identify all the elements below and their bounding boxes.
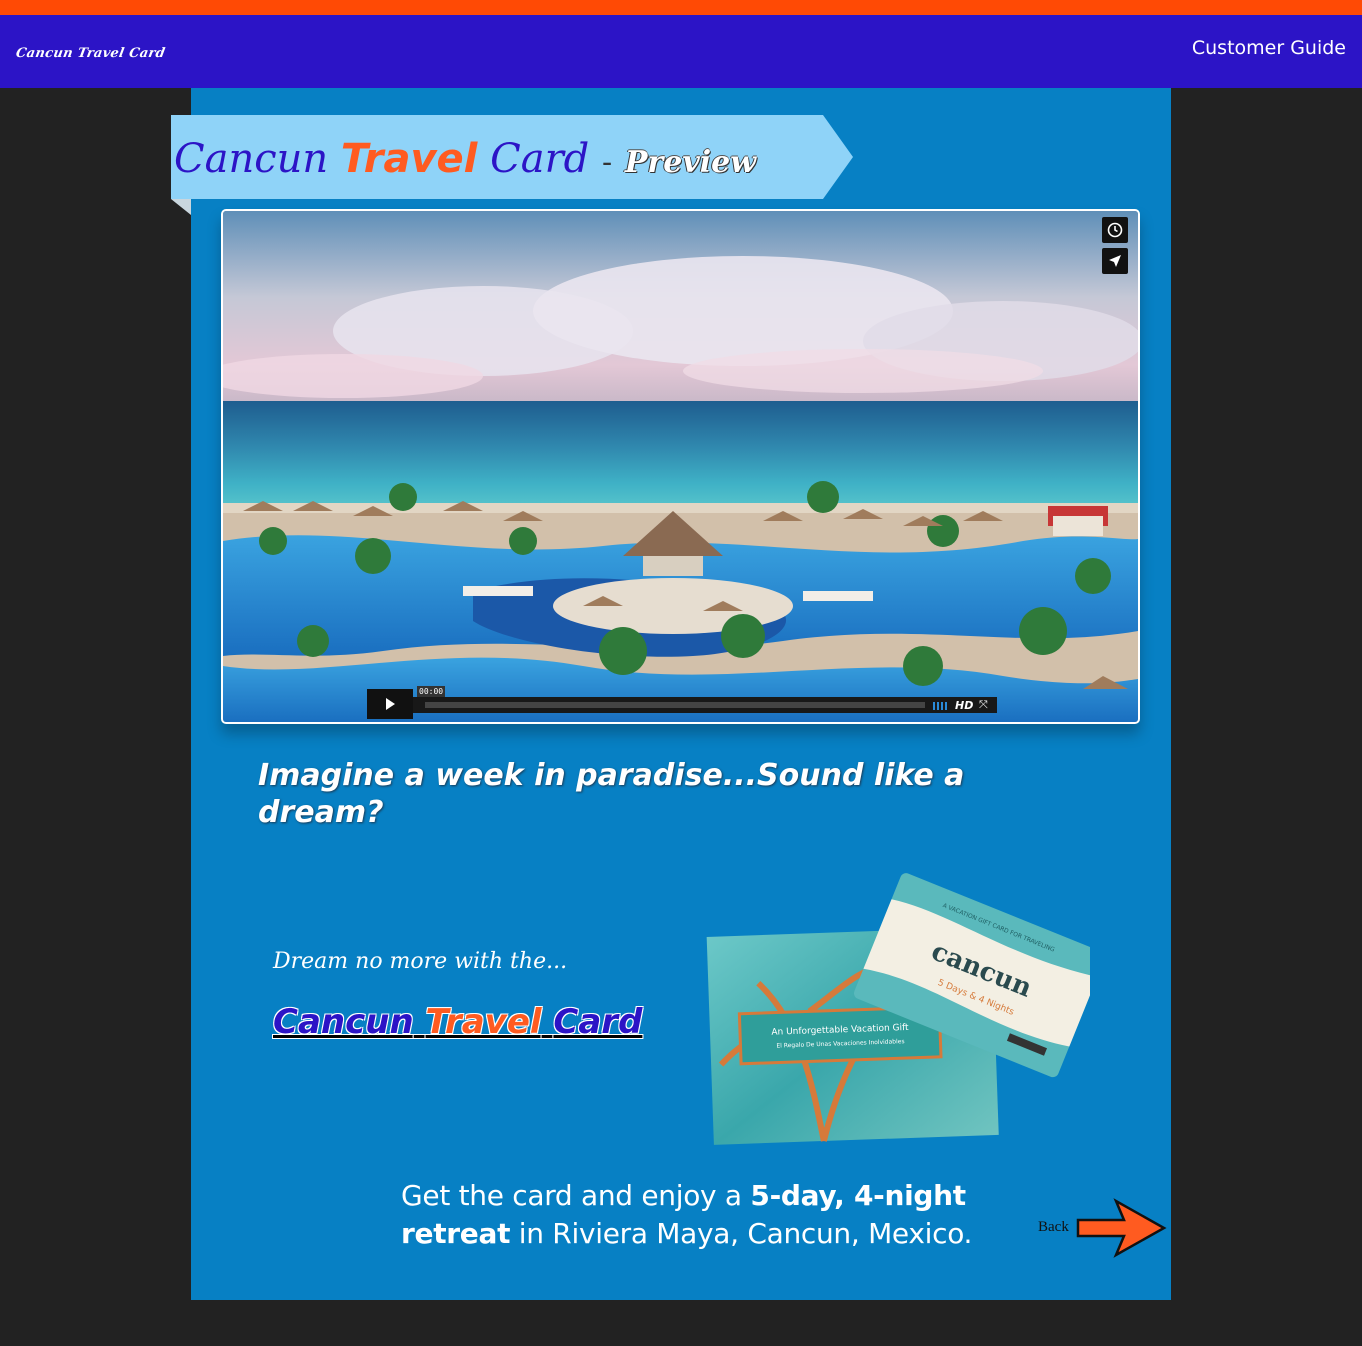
send-icon: [1109, 255, 1121, 267]
ribbon-fold: [171, 199, 191, 215]
back-link[interactable]: Back: [1038, 1198, 1168, 1258]
seek-bar[interactable]: HD ⤧: [413, 697, 997, 713]
title-preview: Preview: [624, 145, 757, 180]
page-title: Cancun Travel Card - Preview: [174, 136, 756, 182]
share-button[interactable]: [1102, 248, 1128, 274]
volume-icon[interactable]: [933, 702, 949, 710]
progress-track[interactable]: [425, 702, 925, 708]
retreat-post-text: in Riviera Maya, Cancun, Mexico.: [518, 1217, 973, 1250]
fullscreen-icon[interactable]: ⤧: [979, 698, 988, 712]
retreat-description: Get the card and enjoy a 5-day, 4-night …: [401, 1177, 1001, 1253]
timecode: 00:00: [417, 686, 446, 697]
top-accent-stripe: [0, 0, 1362, 15]
play-button[interactable]: [367, 689, 413, 719]
video-player[interactable]: HD ⤧ 00:00: [221, 209, 1140, 724]
title-word-travel: Travel: [340, 136, 478, 182]
watch-later-button[interactable]: [1102, 217, 1128, 243]
video-frame-resort-scene[interactable]: [223, 211, 1138, 722]
top-navbar: [0, 15, 1362, 88]
title-word-cancun: Cancun: [174, 136, 329, 182]
brand-logo-link[interactable]: Cancun Travel Card: [15, 46, 167, 61]
title-separator: -: [602, 145, 613, 180]
title-word-card: Card: [490, 136, 590, 182]
brand-link-word-card[interactable]: Card: [553, 1002, 642, 1042]
hd-toggle[interactable]: HD: [955, 699, 973, 712]
cancun-travel-card-link[interactable]: Cancun Travel Card: [273, 1002, 642, 1042]
customer-guide-link[interactable]: Customer Guide: [1192, 37, 1346, 59]
clock-icon: [1107, 222, 1123, 238]
gift-card-image: An Unforgettable Vacation Gift El Regalo…: [706, 873, 1090, 1145]
play-icon: [386, 698, 395, 710]
back-label[interactable]: Back: [1038, 1219, 1069, 1236]
brand-link-word-cancun[interactable]: Cancun: [273, 1002, 414, 1042]
brand-link-word-travel[interactable]: Travel: [426, 1002, 542, 1042]
headline: Imagine a week in paradise...Sound like …: [258, 758, 965, 830]
right-arrow-icon[interactable]: [1076, 1198, 1168, 1258]
video-control-bar: HD ⤧ 00:00: [367, 686, 997, 719]
dream-text: Dream no more with the...: [273, 949, 568, 974]
retreat-pre-text: Get the card and enjoy a: [401, 1179, 742, 1212]
